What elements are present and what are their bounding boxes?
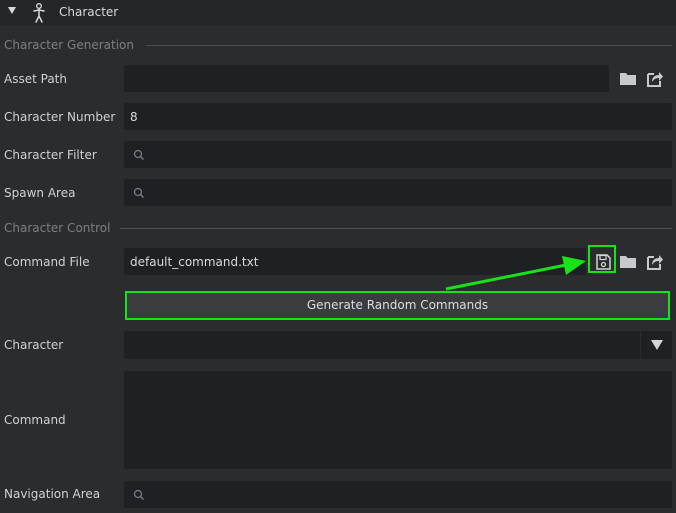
asset-path-label: Asset Path (4, 72, 67, 86)
caret-down-icon[interactable] (8, 7, 16, 14)
panel-title: Character (59, 5, 119, 19)
section-character-generation: Character Generation (4, 38, 135, 52)
dropdown-arrow-icon[interactable] (651, 340, 663, 350)
character-filter-search[interactable] (124, 141, 672, 168)
section-divider (146, 45, 672, 46)
navigation-area-label: Navigation Area (4, 487, 101, 501)
character-label: Character (4, 338, 64, 352)
panel-header[interactable]: Character (0, 0, 676, 26)
command-file-field[interactable]: default_command.txt (124, 248, 586, 275)
search-icon (133, 489, 144, 500)
character-number-label: Character Number (4, 110, 116, 124)
search-icon (133, 187, 144, 198)
folder-icon[interactable] (619, 253, 637, 271)
search-icon (133, 149, 144, 160)
section-divider (120, 228, 672, 229)
character-number-input[interactable]: 8 (124, 103, 672, 130)
character-select[interactable] (124, 331, 672, 359)
folder-icon[interactable] (619, 70, 637, 88)
command-textarea[interactable] (124, 371, 672, 469)
open-external-icon[interactable] (646, 253, 664, 271)
generate-random-commands-button[interactable]: Generate Random Commands (125, 291, 670, 320)
select-divider (640, 331, 641, 359)
navigation-area-search[interactable] (124, 481, 672, 508)
spawn-area-label: Spawn Area (4, 186, 76, 200)
asset-path-field[interactable] (124, 65, 609, 92)
command-label: Command (4, 413, 66, 427)
person-icon (33, 3, 45, 23)
save-icon-highlight (588, 245, 616, 273)
open-external-icon[interactable] (646, 70, 664, 88)
spawn-area-search[interactable] (124, 179, 672, 206)
section-character-control: Character Control (4, 221, 111, 235)
command-file-label: Command File (4, 255, 90, 269)
character-filter-label: Character Filter (4, 148, 97, 162)
